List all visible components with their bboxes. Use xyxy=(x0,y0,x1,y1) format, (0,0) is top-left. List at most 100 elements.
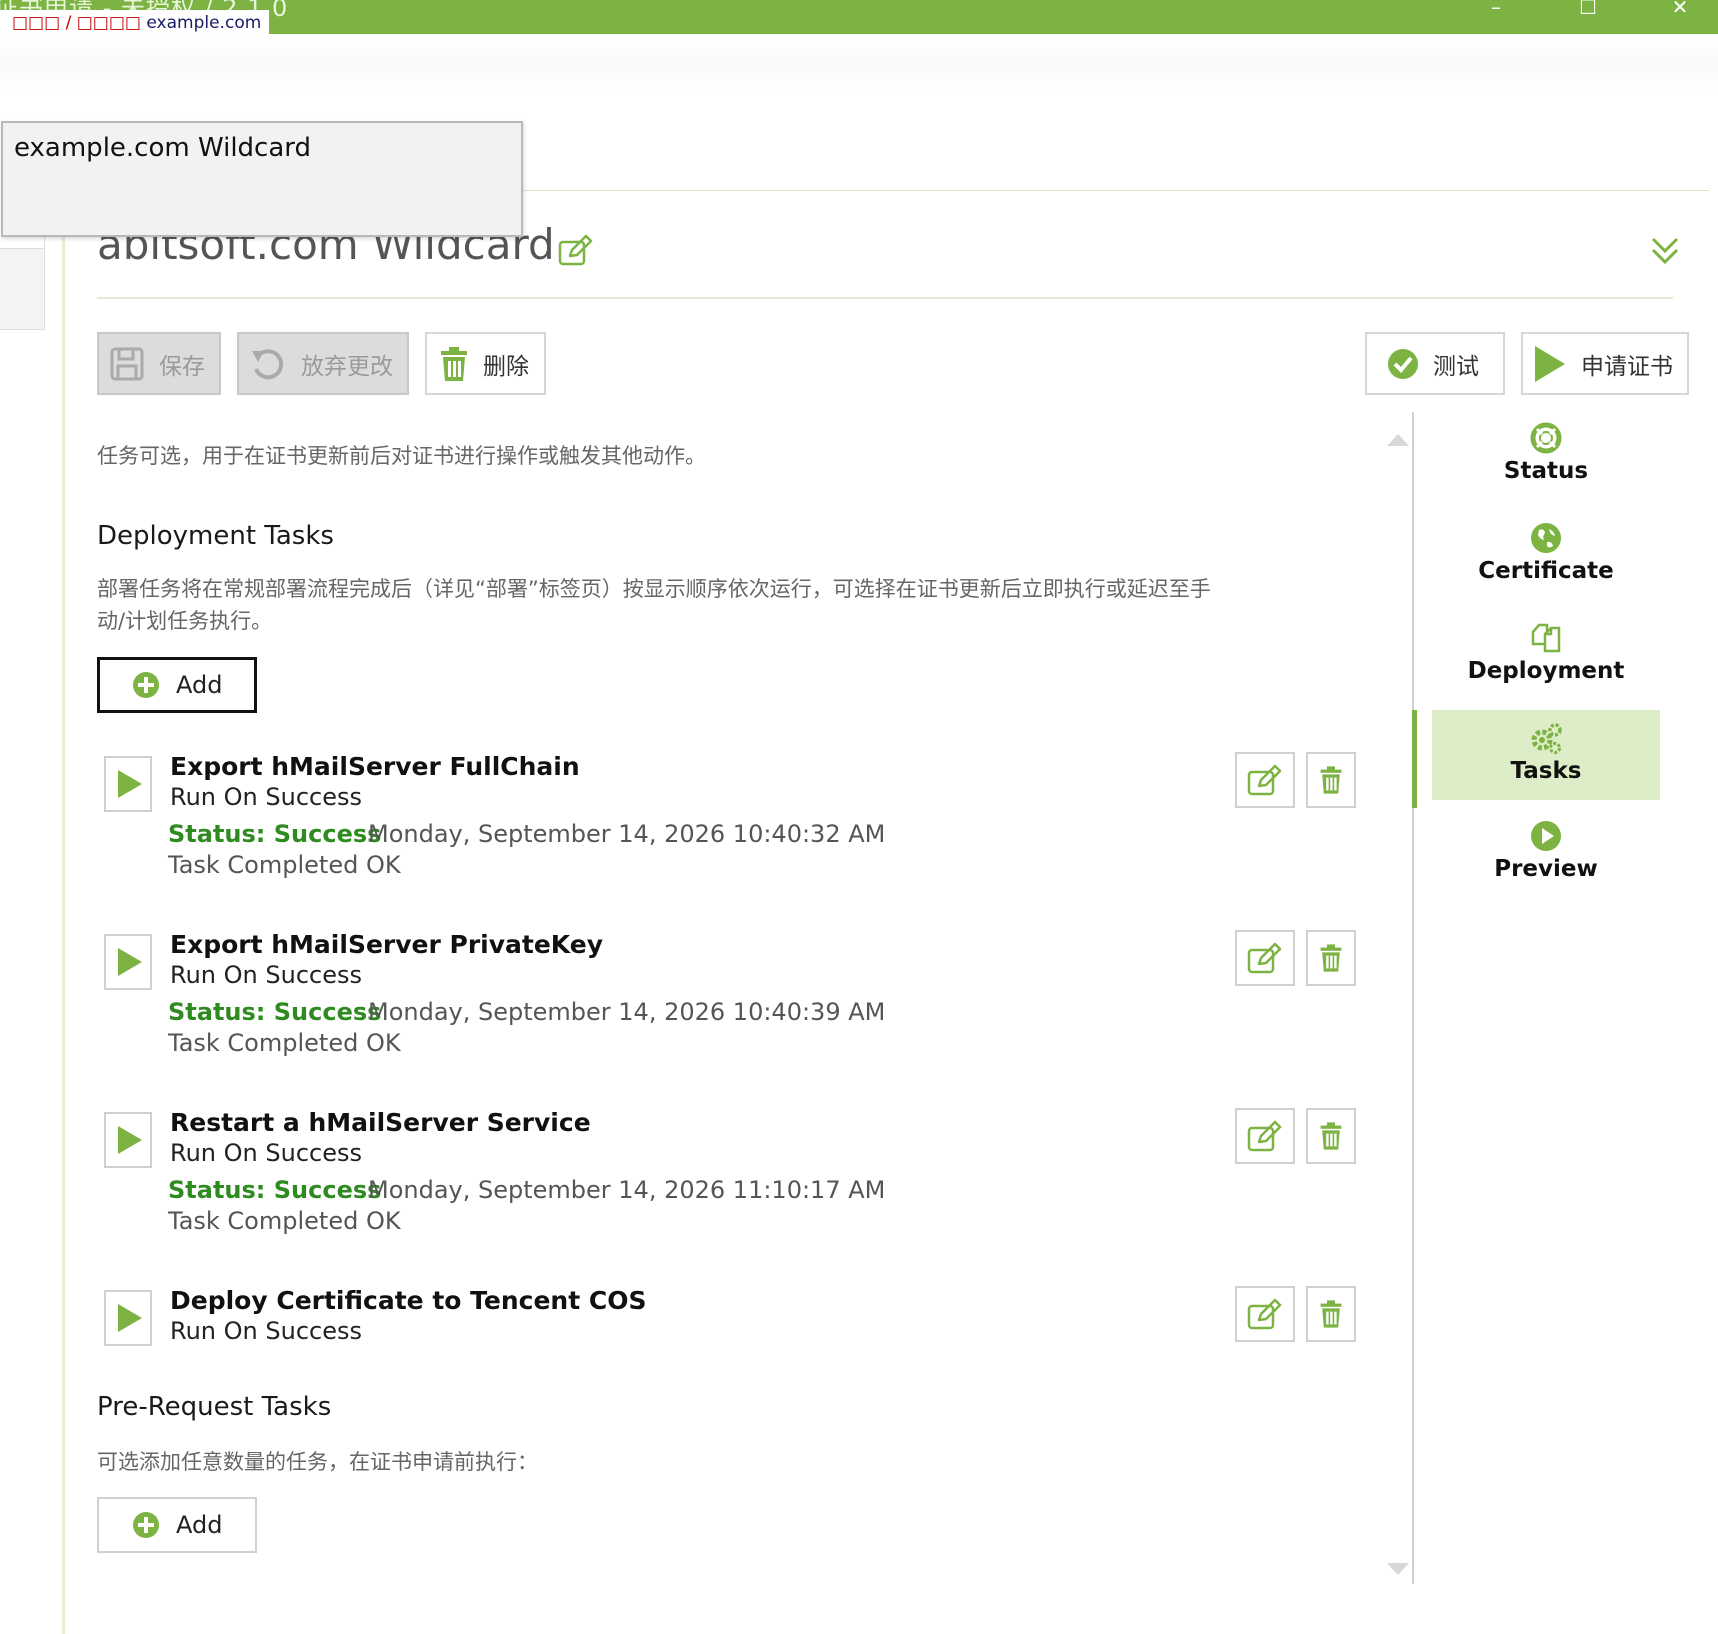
task-date: Monday, September 14, 2026 10:40:39 AM xyxy=(368,998,886,1026)
task-name: Export hMailServer PrivateKey xyxy=(170,930,603,959)
prerequest-heading: Pre-Request Tasks xyxy=(97,1392,332,1422)
maximize-button[interactable]: ☐ xyxy=(1558,0,1618,34)
sidenav-item-certificate[interactable]: Certificate xyxy=(1432,510,1660,600)
edit-icon xyxy=(1247,942,1282,974)
task-trigger: Run On Success xyxy=(170,783,362,811)
run-task-button[interactable] xyxy=(104,934,152,990)
task-name: Export hMailServer FullChain xyxy=(170,752,580,781)
check-circle-icon xyxy=(1387,348,1419,380)
task-trigger: Run On Success xyxy=(170,961,362,989)
edit-task-button[interactable] xyxy=(1235,752,1295,808)
sidenav-item-deployment[interactable]: Deployment xyxy=(1432,610,1660,700)
certificate-name-popup: example.com Wildcard xyxy=(1,121,523,237)
scroll-up-arrow-icon[interactable] xyxy=(1387,434,1409,446)
save-label: 保存 xyxy=(159,353,205,380)
delete-task-button[interactable] xyxy=(1306,930,1356,986)
sidenav-label: Tasks xyxy=(1510,758,1582,784)
play-circle-icon xyxy=(1531,821,1561,851)
task-status: Status: Success xyxy=(168,820,382,848)
save-icon xyxy=(109,346,145,382)
edit-task-button[interactable] xyxy=(1235,1108,1295,1164)
trash-icon xyxy=(1320,1122,1342,1150)
popup-text: example.com Wildcard xyxy=(14,133,312,163)
deployment-desc-line2: 动/计划任务执行。 xyxy=(97,609,273,633)
test-button[interactable]: 测试 xyxy=(1365,332,1505,395)
add-label: Add xyxy=(176,671,223,699)
delete-task-button[interactable] xyxy=(1306,1108,1356,1164)
edit-task-button[interactable] xyxy=(1235,1286,1295,1342)
undo-icon xyxy=(249,345,287,383)
task-row: Export hMailServer PrivateKey Run On Suc… xyxy=(104,930,1364,1060)
sidenav-item-status[interactable]: Status xyxy=(1432,410,1660,500)
prerequest-description: 可选添加任意数量的任务，在证书申请前执行： xyxy=(97,1450,538,1474)
title-divider xyxy=(97,297,1673,299)
breadcrumb-domain: example.com xyxy=(146,13,262,33)
sidenav-label: Status xyxy=(1503,458,1589,484)
edit-title-icon[interactable] xyxy=(558,234,594,266)
scroll-down-arrow-icon[interactable] xyxy=(1387,1563,1409,1575)
content-border xyxy=(62,200,65,1634)
divider xyxy=(519,190,1709,191)
copy-icon xyxy=(1531,623,1561,653)
sidenav-label: Deployment xyxy=(1467,658,1625,684)
trash-icon xyxy=(1320,944,1342,972)
trash-icon xyxy=(1320,766,1342,794)
task-trigger: Run On Success xyxy=(170,1139,362,1167)
active-indicator xyxy=(1412,710,1417,808)
breadcrumb-path: □□□ / □□□□ xyxy=(12,13,141,33)
add-deployment-task-button[interactable]: Add xyxy=(97,657,257,713)
gears-icon xyxy=(1531,723,1562,754)
sidenav-label: Certificate xyxy=(1478,558,1614,584)
task-row: Export hMailServer FullChain Run On Succ… xyxy=(104,752,1364,882)
minimize-button[interactable]: – xyxy=(1466,0,1526,34)
task-message: Task Completed OK xyxy=(168,851,401,879)
task-name: Restart a hMailServer Service xyxy=(170,1108,591,1137)
task-message: Task Completed OK xyxy=(168,1207,401,1235)
run-task-button[interactable] xyxy=(104,756,152,812)
test-label: 测试 xyxy=(1433,353,1479,380)
task-status: Status: Success xyxy=(168,998,382,1026)
lifebuoy-icon xyxy=(1530,422,1562,454)
delete-button[interactable]: 删除 xyxy=(425,332,546,395)
sidenav-item-preview[interactable]: Preview xyxy=(1432,808,1660,898)
discard-button[interactable]: 放弃更改 xyxy=(237,332,409,395)
edit-icon xyxy=(1247,764,1282,796)
add-label: Add xyxy=(176,1511,223,1539)
task-row: Deploy Certificate to Tencent COS Run On… xyxy=(104,1286,1364,1356)
add-prerequest-task-button[interactable]: Add xyxy=(97,1497,257,1553)
edit-icon xyxy=(1247,1298,1282,1330)
task-date: Monday, September 14, 2026 10:40:32 AM xyxy=(368,820,886,848)
deployment-description: 部署任务将在常规部署流程完成后（详见“部署”标签页）按显示顺序依次运行，可选择在… xyxy=(97,573,1397,637)
sidenav-item-tasks[interactable]: Tasks xyxy=(1432,710,1660,800)
delete-label: 删除 xyxy=(483,353,529,380)
breadcrumb: □□□ / □□□□ example.com xyxy=(0,10,270,36)
close-button[interactable]: ✕ xyxy=(1650,0,1710,34)
collapse-chevron-icon[interactable] xyxy=(1648,234,1682,268)
task-date: Monday, September 14, 2026 11:10:17 AM xyxy=(368,1176,886,1204)
deployment-heading: Deployment Tasks xyxy=(97,521,334,551)
save-button[interactable]: 保存 xyxy=(97,332,221,395)
header-area xyxy=(0,34,1718,94)
plus-circle-icon xyxy=(132,1511,160,1539)
request-label: 申请证书 xyxy=(1581,353,1673,380)
plus-circle-icon xyxy=(132,671,160,699)
play-icon xyxy=(118,948,142,976)
request-certificate-button[interactable]: 申请证书 xyxy=(1521,332,1689,395)
deployment-desc-line1: 部署任务将在常规部署流程完成后（详见“部署”标签页）按显示顺序依次运行，可选择在… xyxy=(97,577,1211,601)
delete-task-button[interactable] xyxy=(1306,752,1356,808)
play-icon xyxy=(118,1304,142,1332)
task-row: Restart a hMailServer Service Run On Suc… xyxy=(104,1108,1364,1238)
edit-icon xyxy=(1247,1120,1282,1152)
trash-icon xyxy=(439,346,469,382)
sidenav-label: Preview xyxy=(1494,856,1598,882)
delete-task-button[interactable] xyxy=(1306,1286,1356,1342)
intro-text: 任务可选，用于在证书更新前后对证书进行操作或触发其他动作。 xyxy=(97,444,706,468)
edit-task-button[interactable] xyxy=(1235,930,1295,986)
run-task-button[interactable] xyxy=(104,1290,152,1346)
sidenav-divider xyxy=(1412,412,1414,1584)
globe-icon xyxy=(1531,523,1561,553)
run-task-button[interactable] xyxy=(104,1112,152,1168)
task-trigger: Run On Success xyxy=(170,1317,362,1345)
discard-label: 放弃更改 xyxy=(301,353,393,380)
trash-icon xyxy=(1320,1300,1342,1328)
